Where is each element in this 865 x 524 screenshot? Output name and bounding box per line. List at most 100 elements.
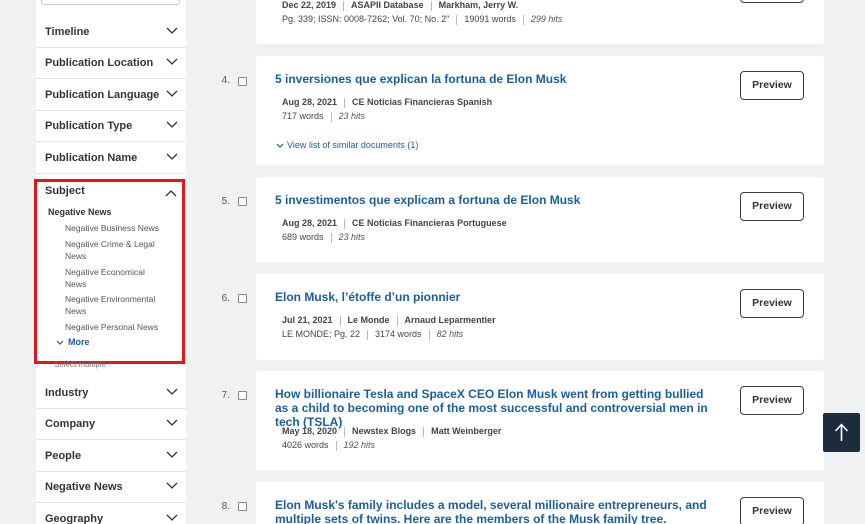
result-date: May 18, 2020 bbox=[282, 426, 338, 436]
result-number: 8. bbox=[221, 501, 230, 512]
result-checkbox[interactable] bbox=[238, 197, 247, 206]
facet-company[interactable]: Company bbox=[36, 409, 186, 440]
result-number: 5. bbox=[221, 196, 230, 207]
facet-publication-location[interactable]: Publication Location bbox=[36, 48, 186, 79]
subject-item-negative-economical-news[interactable]: Negative Economical News bbox=[65, 266, 165, 290]
preview-button[interactable]: Preview bbox=[740, 497, 804, 524]
preview-button[interactable]: Preview bbox=[740, 71, 804, 100]
chevron-down-icon bbox=[166, 419, 178, 429]
result-hits: 23 hits bbox=[338, 111, 366, 121]
facet-label: Publication Type bbox=[45, 120, 133, 132]
result-date: Jul 21, 2021 bbox=[282, 315, 333, 325]
facet-label: Negative News bbox=[45, 481, 123, 493]
chevron-down-icon bbox=[166, 153, 178, 163]
more-label: More bbox=[68, 337, 90, 347]
result-title-link[interactable]: How billionaire Tesla and SpaceX CEO Elo… bbox=[275, 387, 720, 429]
result-checkbox[interactable] bbox=[238, 502, 247, 511]
facet-label: Geography bbox=[45, 513, 104, 524]
result-meta: Aug 28, 2021 CE Noticias Financieras Port… bbox=[282, 218, 507, 229]
facet-label: Industry bbox=[45, 387, 89, 399]
result-checkbox[interactable] bbox=[238, 77, 247, 86]
facet-timeline[interactable]: Timeline bbox=[36, 17, 186, 48]
result-meta: Dec 22, 2019 ASAPII Database Markham, Jerr… bbox=[282, 0, 518, 11]
chevron-down-icon bbox=[166, 27, 178, 37]
chevron-down-icon bbox=[166, 58, 178, 68]
chevron-up-icon[interactable] bbox=[165, 184, 177, 202]
result-number: 4. bbox=[221, 75, 230, 86]
result-checkbox[interactable] bbox=[238, 294, 247, 303]
facet-label: Company bbox=[45, 418, 96, 430]
result-hits: 82 hits bbox=[436, 329, 464, 339]
facet-subject-label[interactable]: Subject bbox=[45, 185, 85, 197]
result-words: 3174 words bbox=[375, 329, 422, 339]
subject-item-negative-environmental-news[interactable]: Negative Environmental News bbox=[65, 293, 165, 317]
facet-publication-language[interactable]: Publication Language bbox=[36, 80, 186, 111]
result-source: CE Noticias Financieras Portuguese bbox=[352, 218, 507, 228]
result-source: CE Noticias Financieras Spanish bbox=[352, 97, 493, 107]
result-source: Le Monde bbox=[347, 315, 390, 325]
chevron-down-icon bbox=[166, 482, 178, 492]
subject-item-negative-crime-legal-news[interactable]: Negative Crime & Legal News bbox=[65, 238, 165, 262]
facet-label: People bbox=[45, 450, 82, 462]
result-source: Newstex Blogs bbox=[352, 426, 417, 436]
preview-button[interactable]: Preview bbox=[740, 192, 804, 221]
facet-industry[interactable]: Industry bbox=[36, 378, 186, 409]
chevron-down-icon bbox=[166, 451, 178, 461]
chevron-down-icon bbox=[166, 514, 178, 524]
similar-label: View list of similar documents (1) bbox=[287, 140, 419, 150]
subject-item-negative-personal-news[interactable]: Negative Personal News bbox=[65, 321, 165, 333]
chevron-down-icon bbox=[166, 121, 178, 131]
result-date: Dec 22, 2019 bbox=[282, 0, 337, 10]
result-title-link[interactable]: Elon Musk, l’étoffe d’un pionnier bbox=[275, 290, 720, 304]
result-title-link[interactable]: 5 inversiones que explican la fortuna de… bbox=[275, 72, 720, 86]
subject-more-link[interactable]: More bbox=[56, 337, 90, 347]
result-meta: May 18, 2020 Newstex Blogs Matt Weinberger bbox=[282, 426, 501, 437]
result-title-link[interactable]: Elon Musk's family includes a model, sev… bbox=[275, 498, 720, 524]
chevron-down-icon bbox=[56, 340, 64, 345]
result-words: 689 words bbox=[282, 232, 324, 242]
facet-label: Publication Language bbox=[45, 89, 160, 101]
preview-button[interactable] bbox=[740, 0, 804, 3]
chevron-down-icon bbox=[166, 90, 178, 100]
result-date: Aug 28, 2021 bbox=[282, 97, 338, 107]
facet-label: Publication Name bbox=[45, 152, 138, 164]
facet-people[interactable]: People bbox=[36, 441, 186, 472]
result-author: Matt Weinberger bbox=[431, 426, 502, 436]
subject-item-negative-business-news[interactable]: Negative Business News bbox=[65, 222, 165, 234]
result-meta: Jul 21, 2021 Le Monde Arnaud Leparmentier bbox=[282, 315, 496, 326]
result-number: 6. bbox=[221, 293, 230, 304]
result-meta-2: LE MONDE; Pg. 22 3174 words 82 hits bbox=[282, 329, 463, 340]
facet-negative-news[interactable]: Negative News bbox=[36, 472, 186, 503]
result-meta: Aug 28, 2021 CE Noticias Financieras Span… bbox=[282, 97, 492, 108]
facet-label: Publication Location bbox=[45, 57, 154, 69]
result-source: ASAPII Database bbox=[351, 0, 424, 10]
result-hits: 23 hits bbox=[338, 232, 366, 242]
result-meta-2: 689 words 23 hits bbox=[282, 232, 365, 243]
chevron-down-icon bbox=[276, 143, 284, 148]
result-author: Markham, Jerry W. bbox=[438, 0, 519, 10]
result-extra: LE MONDE; Pg. 22 bbox=[282, 329, 361, 339]
facet-publication-name[interactable]: Publication Name bbox=[36, 143, 186, 174]
result-hits: 299 hits bbox=[530, 14, 563, 24]
similar-documents-link[interactable]: View list of similar documents (1) bbox=[276, 140, 418, 150]
facet-geography[interactable]: Geography bbox=[36, 504, 186, 524]
result-words: 717 words bbox=[282, 111, 324, 121]
search-box-stub[interactable] bbox=[41, 0, 180, 5]
subject-group-negative-news[interactable]: Negative News bbox=[48, 207, 112, 217]
result-checkbox[interactable] bbox=[238, 391, 247, 400]
result-words: 4026 words bbox=[282, 440, 329, 450]
result-words: 19091 words bbox=[464, 14, 516, 24]
arrow-up-icon bbox=[834, 423, 849, 441]
scroll-to-top-button[interactable] bbox=[823, 413, 860, 452]
result-date: Aug 28, 2021 bbox=[282, 218, 338, 228]
result-hits: 192 hits bbox=[343, 440, 376, 450]
result-meta-2: Pg. 339; ISSN: 0008-7262; Vol. 70; No. 2… bbox=[282, 14, 562, 25]
preview-button[interactable]: Preview bbox=[740, 289, 804, 318]
select-multiple-link[interactable]: Select multiple bbox=[54, 360, 106, 369]
facet-label: Timeline bbox=[45, 26, 90, 38]
facet-publication-type[interactable]: Publication Type bbox=[36, 111, 186, 142]
result-extra: Pg. 339; ISSN: 0008-7262; Vol. 70; No. 2… bbox=[282, 14, 450, 24]
result-title-link[interactable]: 5 investimentos que explicam a fortuna d… bbox=[275, 193, 720, 207]
result-meta-2: 717 words 23 hits bbox=[282, 111, 365, 122]
preview-button[interactable]: Preview bbox=[740, 386, 804, 415]
